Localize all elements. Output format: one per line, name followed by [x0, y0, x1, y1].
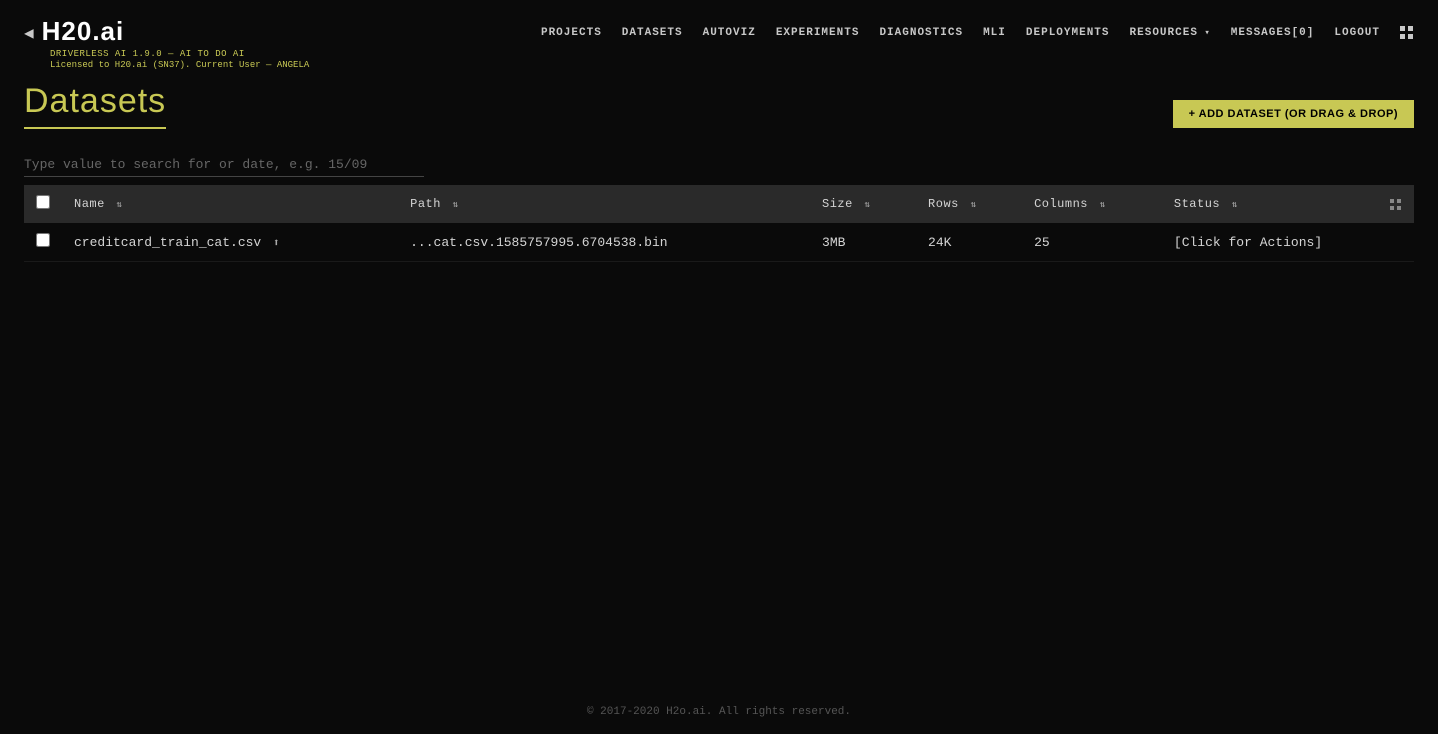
- row-name: creditcard_train_cat.csv ⬆: [62, 223, 398, 262]
- search-input[interactable]: [24, 153, 424, 177]
- row-size: 3MB: [810, 223, 916, 262]
- status-text[interactable]: [Click for Actions]: [1174, 235, 1322, 250]
- sort-arrows-columns: ⇅: [1100, 200, 1106, 210]
- row-status[interactable]: [Click for Actions]: [1162, 223, 1414, 262]
- nav-deployments[interactable]: DEPLOYMENTS: [1026, 27, 1110, 39]
- nav-diagnostics[interactable]: DIAGNOSTICS: [879, 27, 963, 39]
- page-title-section: Datasets: [24, 82, 166, 129]
- nav-logout[interactable]: LOGOUT: [1334, 27, 1380, 39]
- nav-mli[interactable]: MLI: [983, 27, 1006, 39]
- nav-grid-icon[interactable]: [1400, 26, 1414, 40]
- col-header-columns[interactable]: Columns ⇅: [1022, 185, 1162, 223]
- datasets-table-container: Name ⇅ Path ⇅ Size ⇅ Rows: [24, 185, 1414, 262]
- main-nav: PROJECTS DATASETS AUTOVIZ EXPERIMENTS DI…: [541, 16, 1414, 40]
- sort-arrows-path: ⇅: [453, 200, 459, 210]
- page-title: Datasets: [24, 82, 166, 121]
- table-body: creditcard_train_cat.csv ⬆ ...cat.csv.15…: [24, 223, 1414, 262]
- dataset-name-text: creditcard_train_cat.csv: [74, 235, 261, 250]
- col-header-rows[interactable]: Rows ⇅: [916, 185, 1022, 223]
- row-checkbox-cell[interactable]: [24, 223, 62, 262]
- app-subtitle: DRIVERLESS AI 1.9.0 — AI TO DO AI: [50, 49, 309, 59]
- table-header-row: Name ⇅ Path ⇅ Size ⇅ Rows: [24, 185, 1414, 223]
- sort-arrows-rows: ⇅: [971, 200, 977, 210]
- row-columns: 25: [1022, 223, 1162, 262]
- page-content: Datasets Name ⇅: [0, 70, 1438, 262]
- footer: © 2017-2020 H2o.ai. All rights reserved.: [0, 706, 1438, 718]
- sort-arrows-status: ⇅: [1232, 200, 1238, 210]
- col-header-status[interactable]: Status ⇅: [1162, 185, 1414, 223]
- app-license: Licensed to H20.ai (SN37). Current User …: [50, 60, 309, 70]
- add-dataset-button[interactable]: + ADD DATASET (OR DRAG & DROP): [1173, 100, 1414, 128]
- table-header-checkbox[interactable]: [24, 185, 62, 223]
- nav-resources[interactable]: RESOURCES: [1130, 27, 1211, 39]
- nav-autoviz[interactable]: AUTOVIZ: [703, 27, 756, 39]
- app-logo[interactable]: H20.ai: [42, 16, 125, 47]
- col-header-path[interactable]: Path ⇅: [398, 185, 810, 223]
- row-path: ...cat.csv.1585757995.6704538.bin: [398, 223, 810, 262]
- header: ◀ H20.ai DRIVERLESS AI 1.9.0 — AI TO DO …: [0, 0, 1438, 70]
- row-rows: 24K: [916, 223, 1022, 262]
- table-grid-icon[interactable]: [1390, 199, 1402, 211]
- select-all-checkbox[interactable]: [36, 195, 50, 209]
- back-arrow[interactable]: ◀: [24, 23, 34, 43]
- sort-arrows-size: ⇅: [865, 200, 871, 210]
- nav-experiments[interactable]: EXPERIMENTS: [776, 27, 860, 39]
- datasets-table: Name ⇅ Path ⇅ Size ⇅ Rows: [24, 185, 1414, 262]
- nav-messages[interactable]: MESSAGES[0]: [1231, 27, 1315, 39]
- nav-datasets[interactable]: DATASETS: [622, 27, 683, 39]
- table-row[interactable]: creditcard_train_cat.csv ⬆ ...cat.csv.15…: [24, 223, 1414, 262]
- footer-text: © 2017-2020 H2o.ai. All rights reserved.: [587, 706, 851, 718]
- col-header-name[interactable]: Name ⇅: [62, 185, 398, 223]
- logo-section: ◀ H20.ai DRIVERLESS AI 1.9.0 — AI TO DO …: [24, 16, 309, 70]
- row-checkbox[interactable]: [36, 233, 50, 247]
- col-header-size[interactable]: Size ⇅: [810, 185, 916, 223]
- sort-arrows-name: ⇅: [117, 200, 123, 210]
- search-container: [24, 153, 1414, 177]
- nav-projects[interactable]: PROJECTS: [541, 27, 602, 39]
- upload-icon: ⬆: [273, 236, 280, 250]
